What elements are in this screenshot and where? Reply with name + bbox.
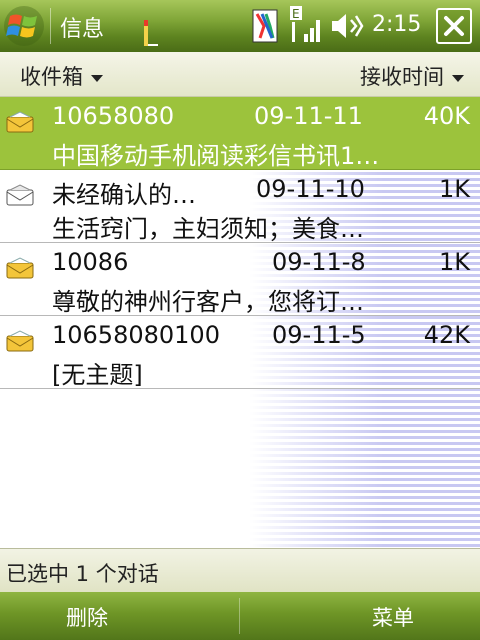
message-date: 09-11-11 [254,102,363,130]
message-size: 1K [438,175,470,203]
softkey-bar: 删除 菜单 [0,592,480,640]
message-size: 42K [423,321,470,349]
close-icon [444,16,464,36]
message-date: 09-11-10 [256,175,365,203]
chevron-down-icon [91,74,103,82]
envelope-icon [6,184,34,206]
message-list[interactable]: 10658080 09-11-11 40K 中国移动手机阅读彩信书讯1… 未经确… [0,97,480,547]
delete-softkey[interactable]: 删除 [66,602,108,632]
envelope-icon [6,330,34,352]
message-date: 09-11-5 [272,321,366,349]
volume-icon[interactable] [330,10,364,42]
sort-dropdown[interactable]: 接收时间 [360,61,464,91]
clock[interactable]: 2:15 [372,12,421,37]
chevron-down-icon [452,74,464,82]
message-sender: 未经确认的… [52,181,196,209]
close-button[interactable] [436,8,472,44]
message-sender: 10658080 [52,102,175,130]
message-row[interactable]: 10086 09-11-8 1K 尊敬的神州行客户，您将订… [0,243,480,316]
signal-strength-icon[interactable]: E [290,6,324,48]
envelope-icon [6,257,34,279]
envelope-icon [6,111,34,133]
input-panel-icon[interactable] [144,20,158,48]
signal-badge: E [292,7,300,21]
message-subject: [无主题] [52,361,143,389]
title-separator [50,8,51,44]
message-row[interactable]: 未经确认的… 09-11-10 1K 生活窍门，主妇须知；美食… [0,170,480,243]
message-row[interactable]: 10658080100 09-11-5 42K [无主题] [0,316,480,389]
selection-status-bar: 已选中 1 个对话 [0,548,480,593]
message-subject: 尊敬的神州行客户，您将订… [52,288,364,316]
message-sender: 10086 [52,248,129,276]
list-header: 收件箱 接收时间 [0,52,480,97]
message-sender: 10658080100 [52,321,220,349]
message-size: 1K [438,248,470,276]
selection-status-text: 已选中 1 个对话 [6,562,159,586]
menu-softkey[interactable]: 菜单 [372,602,414,632]
app-title: 信息 [60,17,105,42]
message-subject: 生活窍门，主妇须知；美食… [52,215,364,243]
message-size: 40K [423,102,470,130]
folder-dropdown[interactable]: 收件箱 [20,61,103,91]
connectivity-icon[interactable] [252,8,278,44]
title-bar: 信息 E 2:15 [0,0,480,52]
windows-start-icon[interactable] [2,4,46,48]
sort-label: 接收时间 [360,65,444,89]
folder-label: 收件箱 [20,65,83,89]
message-row[interactable]: 10658080 09-11-11 40K 中国移动手机阅读彩信书讯1… [0,97,480,170]
message-date: 09-11-8 [272,248,366,276]
message-subject: 中国移动手机阅读彩信书讯1… [52,142,380,170]
